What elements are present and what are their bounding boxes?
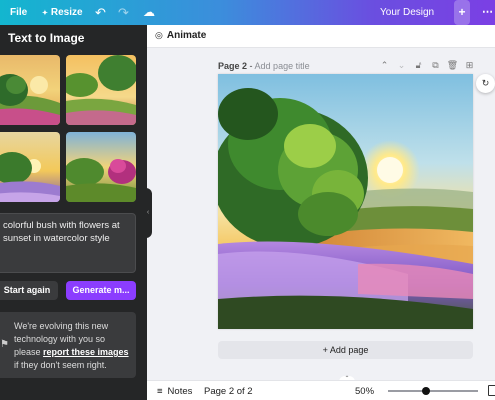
zoom-level[interactable]: 50% xyxy=(355,386,374,397)
chevron-up-icon[interactable]: ⌃ xyxy=(376,60,393,71)
generated-image-4[interactable] xyxy=(66,132,136,202)
animate-label: Animate xyxy=(166,30,207,41)
refresh-icon[interactable]: ↻ xyxy=(476,74,495,93)
add-page-button[interactable]: + Add page xyxy=(218,341,473,359)
collapse-panel-handle[interactable]: ‹ xyxy=(144,188,152,238)
animate-icon: ◎ xyxy=(155,30,163,40)
start-again-button[interactable]: Start again xyxy=(0,281,58,300)
lock-icon[interactable]: 🔓︎ xyxy=(410,60,427,71)
bottom-bar: ≡ Notes Page 2 of 2 50% xyxy=(147,380,495,400)
panel-title-text: Text to Image xyxy=(8,31,85,45)
notes-button[interactable]: ≡ Notes xyxy=(157,386,192,397)
generate-more-button[interactable]: Generate m... xyxy=(66,281,136,300)
plus-icon[interactable]: + xyxy=(454,0,470,25)
panel-title: ‹ Text to Image xyxy=(8,31,84,45)
page-header: Page 2 - Add page title xyxy=(218,61,310,71)
file-menu-button[interactable]: File xyxy=(10,0,27,25)
top-toolbar: File ✦ Resize ↶ ↷ ☁ Your Design + ⋯ xyxy=(0,0,495,25)
more-icon[interactable]: ⋯ xyxy=(482,0,493,25)
page-indicator[interactable]: Page 2 of 2 xyxy=(204,386,253,397)
crown-icon: ✦ xyxy=(42,10,48,17)
report-images-link[interactable]: report these images xyxy=(43,347,129,357)
page-title-input[interactable]: Add page title xyxy=(255,61,310,71)
design-canvas[interactable] xyxy=(218,74,473,329)
design-title[interactable]: Your Design xyxy=(380,0,434,25)
flag-icon: ⚑ xyxy=(0,339,9,350)
page-tools: ⌃ ⌄ 🔓︎ ⧉ 🗑︎ ⊞ xyxy=(376,60,478,71)
zoom-slider-handle[interactable] xyxy=(421,387,430,395)
generated-image-1[interactable] xyxy=(0,55,60,125)
zoom-slider[interactable] xyxy=(388,387,478,395)
notice-message: We're evolving this new technology with … xyxy=(14,320,132,372)
generated-artwork xyxy=(218,74,473,329)
notes-label: Notes xyxy=(167,386,193,397)
page-number-label: Page 2 xyxy=(218,61,248,71)
redo-icon[interactable]: ↷ xyxy=(118,0,129,25)
prompt-textarea[interactable]: colorful bush with flowers at sunset in … xyxy=(0,213,136,273)
cloud-icon[interactable]: ☁ xyxy=(143,0,155,25)
add-page-icon[interactable]: ⊞ xyxy=(461,60,478,71)
chevron-down-icon[interactable]: ⌄ xyxy=(393,60,410,71)
duplicate-page-icon[interactable]: ⧉ xyxy=(427,60,444,71)
editor-toolbar: ◎ Animate xyxy=(147,25,495,48)
undo-icon[interactable]: ↶ xyxy=(95,0,106,25)
animate-button[interactable]: ◎ Animate xyxy=(155,30,206,41)
resize-label: Resize xyxy=(50,7,83,18)
generated-image-3[interactable] xyxy=(0,132,60,202)
notice-text-after: if they don't seem right. xyxy=(14,360,107,370)
resize-button[interactable]: ✦ Resize xyxy=(42,0,83,25)
page-title-separator: - xyxy=(247,61,255,71)
generated-image-2[interactable] xyxy=(66,55,136,125)
text-to-image-panel: ‹ Text to Image xyxy=(0,25,147,400)
notes-icon: ≡ xyxy=(157,386,163,397)
trash-icon[interactable]: 🗑︎ xyxy=(444,60,461,71)
feedback-notice: ⚑ We're evolving this new technology wit… xyxy=(0,312,136,378)
page-view-icon[interactable] xyxy=(488,385,495,396)
